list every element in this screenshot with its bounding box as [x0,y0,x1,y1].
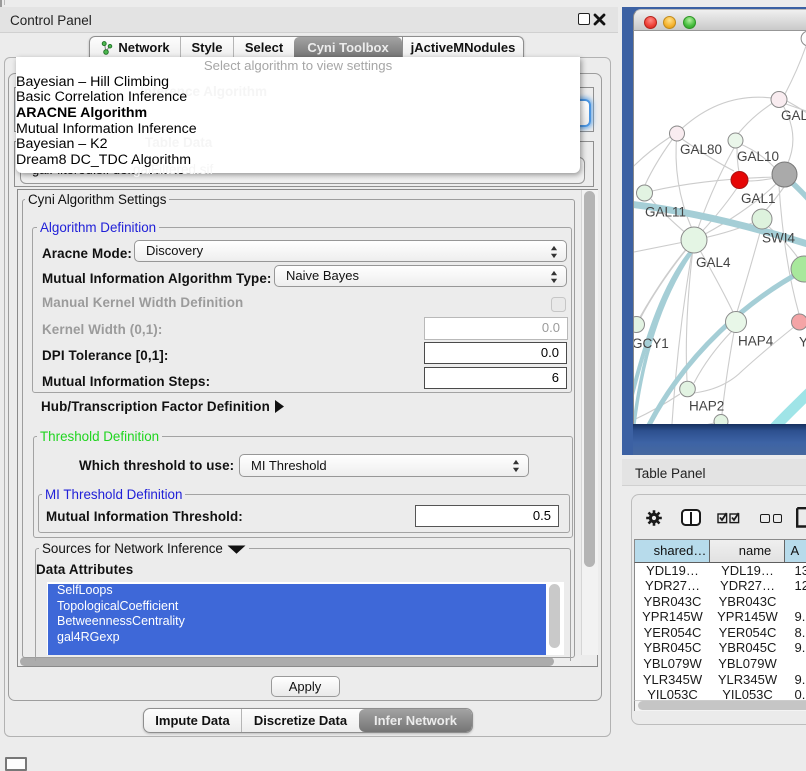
svg-text:GCY1: GCY1 [634,336,669,351]
svg-text:Y: Y [799,335,806,350]
svg-text:GAL10: GAL10 [737,149,779,164]
svg-text:GAL11: GAL11 [645,205,686,220]
svg-text:GAL2: GAL2 [781,108,806,123]
svg-text:GAL1: GAL1 [741,191,776,206]
svg-text:SWI4: SWI4 [762,231,795,246]
svg-text:HAP2: HAP2 [689,399,724,414]
svg-text:HAP4: HAP4 [738,334,774,349]
svg-text:GAL80: GAL80 [680,142,722,157]
svg-text:GAL4: GAL4 [696,255,731,270]
